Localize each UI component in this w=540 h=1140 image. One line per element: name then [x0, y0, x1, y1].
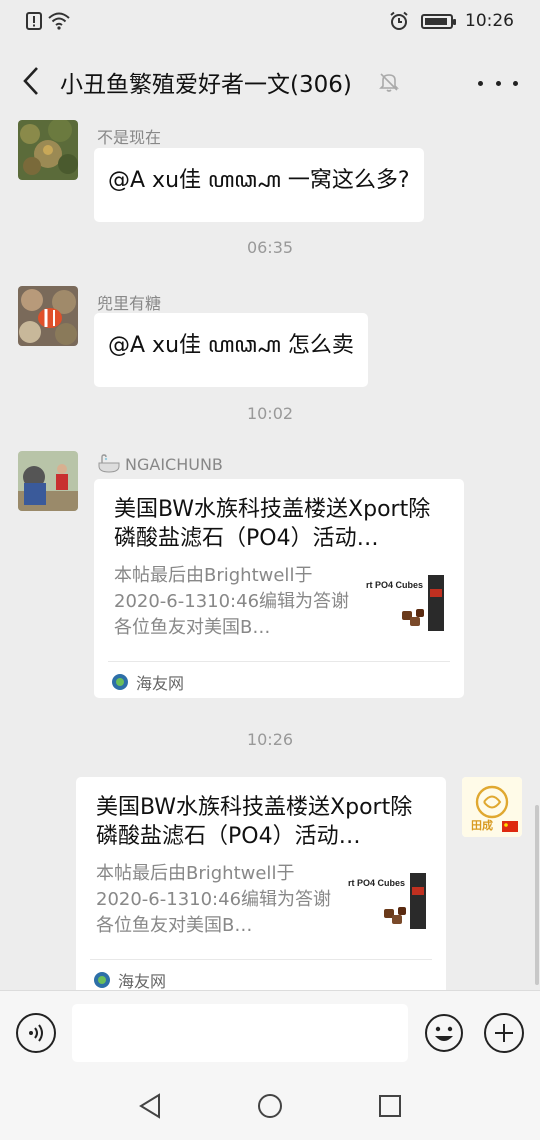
alert-icon	[26, 12, 42, 30]
mute-bell-icon	[379, 73, 399, 92]
card-description: 本帖最后由Brightwell于2020-6-1310:46编辑为答谢各位鱼友对…	[114, 565, 350, 638]
page-title: 小丑鱼繁殖爱好者一文(306)	[60, 72, 352, 98]
avatar-label: 田成	[471, 818, 493, 832]
sender-name: 兜里有糖	[97, 294, 162, 313]
dot-icon	[478, 80, 483, 86]
square-recents-icon	[379, 1095, 401, 1117]
card-divider	[108, 661, 450, 662]
avatar[interactable]	[18, 451, 78, 511]
thumb-label: rt PO4 Cubes	[348, 878, 405, 888]
nav-back-button[interactable]	[136, 1092, 164, 1120]
more-options-button[interactable]	[478, 68, 518, 98]
timestamp: 10:02	[246, 404, 294, 423]
chevron-left-icon	[23, 67, 38, 95]
alarm-icon	[390, 11, 408, 30]
status-bar: 10:26	[0, 0, 540, 46]
input-bar	[0, 990, 540, 1072]
plus-icon	[495, 1024, 513, 1042]
link-card[interactable]: 美国BW水族科技盖楼送Xport除磷酸盐滤石（PO4）活动… 本帖最后由Brig…	[94, 479, 464, 698]
card-description: 本帖最后由Brightwell于2020-6-1310:46编辑为答谢各位鱼友对…	[96, 863, 332, 936]
card-title: 美国BW水族科技盖楼送Xport除磷酸盐滤石（PO4）活动…	[96, 795, 413, 849]
bath-emoji-icon	[98, 454, 120, 473]
battery-icon	[421, 13, 456, 29]
source-logo-icon	[94, 972, 110, 988]
card-thumbnail: rt PO4 Cubes	[348, 873, 428, 929]
clock-time: 10:26	[465, 11, 514, 31]
wifi-icon	[48, 12, 70, 30]
emoji-button[interactable]	[424, 1013, 464, 1053]
card-source: 海友网	[112, 670, 184, 694]
nav-home-button[interactable]	[256, 1092, 284, 1120]
timestamp: 06:35	[246, 238, 294, 257]
avatar[interactable]: 田成	[462, 777, 522, 837]
sender-name-text: NGAICHUNB	[125, 454, 223, 474]
avatar[interactable]	[18, 120, 78, 180]
card-divider	[90, 959, 432, 960]
card-title: 美国BW水族科技盖楼送Xport除磷酸盐滤石（PO4）活动…	[114, 497, 431, 551]
source-name: 海友网	[118, 972, 167, 990]
voice-button[interactable]	[16, 1013, 56, 1053]
back-button[interactable]	[14, 64, 48, 98]
link-card[interactable]: 美国BW水族科技盖楼送Xport除磷酸盐滤石（PO4）活动… 本帖最后由Brig…	[76, 777, 446, 990]
timestamp: 10:26	[246, 730, 294, 749]
message-bubble[interactable]: @A xu佳 ꦲꦣ꧀ꦲ 怎么卖	[94, 313, 368, 387]
card-source: 海友网	[94, 968, 166, 990]
scrollbar[interactable]	[535, 805, 539, 985]
triangle-back-icon	[139, 1093, 160, 1119]
voice-icon	[29, 1024, 43, 1042]
more-functions-button[interactable]	[484, 1013, 524, 1053]
dot-icon	[495, 80, 501, 86]
card-thumbnail: rt PO4 Cubes	[366, 575, 446, 631]
source-name: 海友网	[136, 674, 185, 693]
nav-recents-button[interactable]	[376, 1092, 404, 1120]
dot-icon	[513, 80, 518, 86]
thumb-label: rt PO4 Cubes	[366, 580, 423, 590]
chat-area[interactable]: 不是现在 @A xu佳 ꦲꦣ꧀ꦲ 一窝这么多? 06:35 兜里有糖 @A xu…	[0, 116, 540, 990]
system-nav-bar	[0, 1072, 540, 1140]
message-input[interactable]	[72, 1004, 408, 1062]
circle-home-icon	[258, 1094, 282, 1118]
avatar[interactable]	[18, 286, 78, 346]
sender-name: 不是现在	[97, 128, 162, 147]
source-logo-icon	[112, 674, 128, 690]
chat-header: 小丑鱼繁殖爱好者一文(306)	[0, 46, 540, 116]
message-bubble[interactable]: @A xu佳 ꦲꦣ꧀ꦲ 一窝这么多?	[94, 148, 424, 222]
sender-name: NGAICHUNB	[97, 454, 223, 474]
